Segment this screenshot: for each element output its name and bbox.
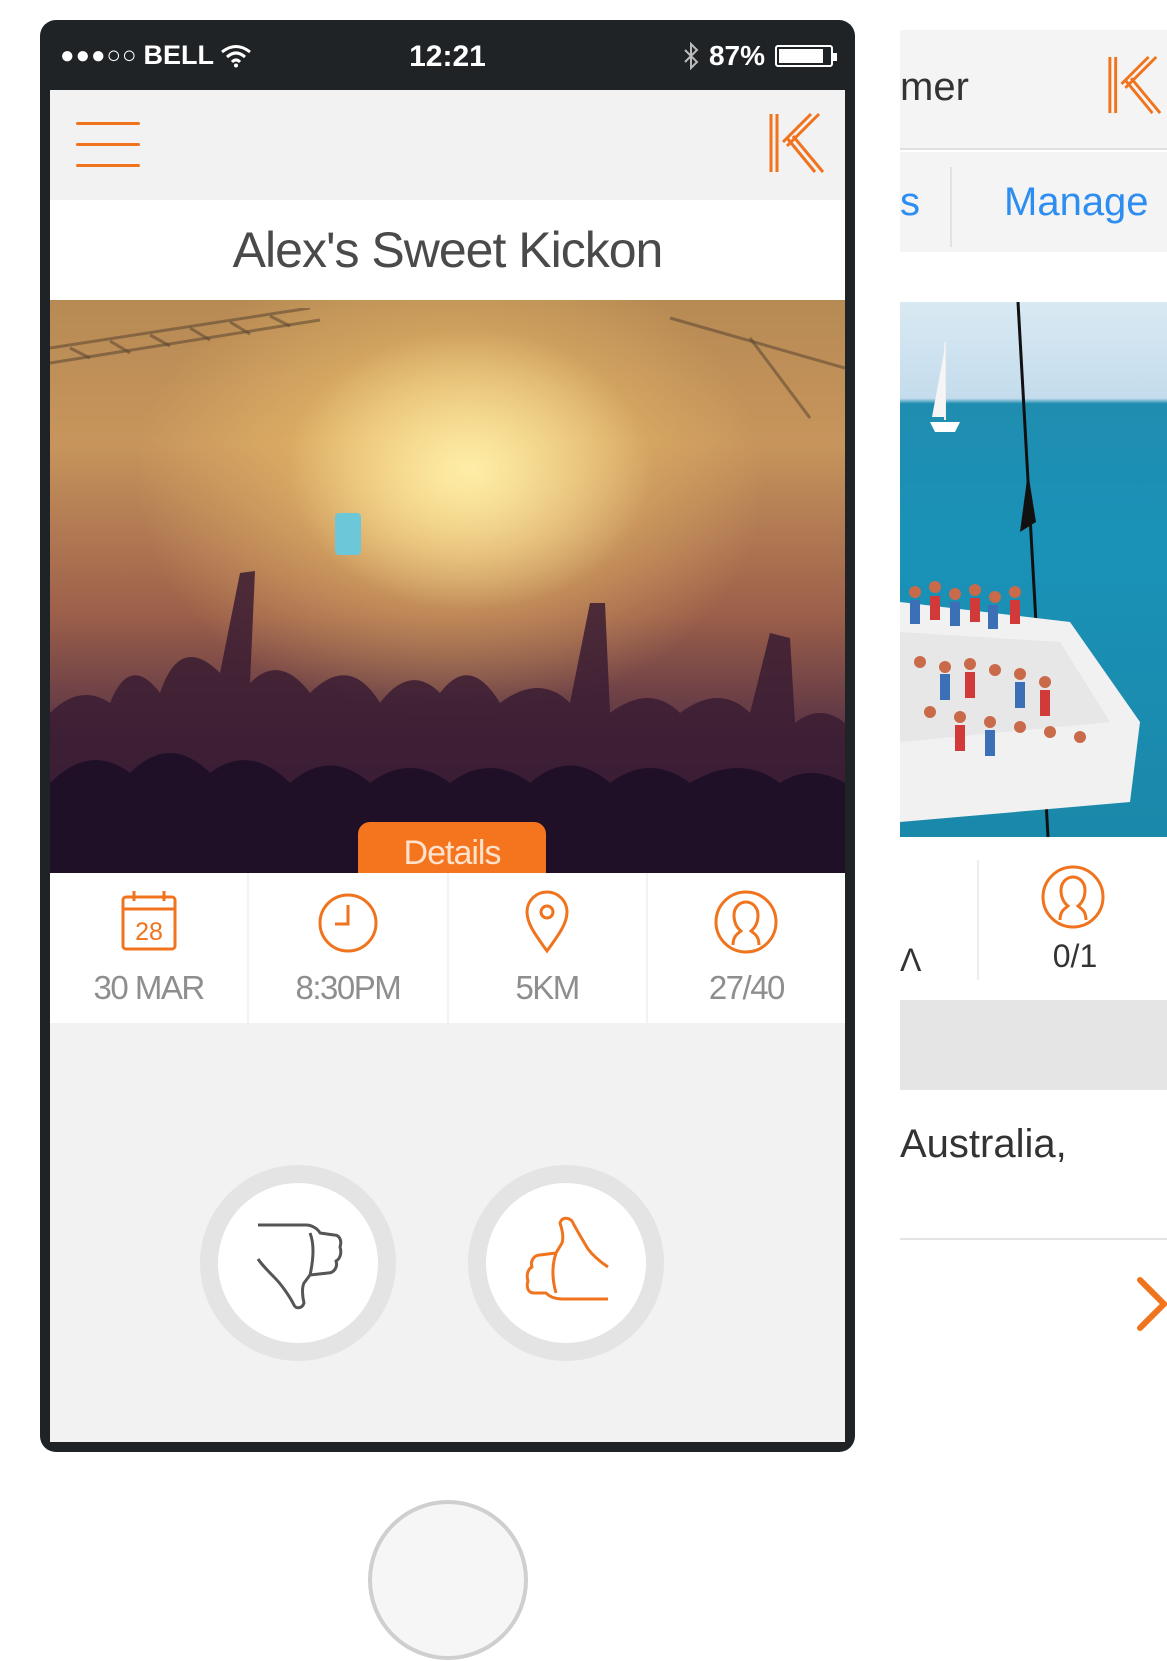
second-nav-title-fragment: mer [900,65,969,109]
tab-divider [950,167,952,247]
phone-frame: ●●●○○ BELL 12:21 87% Alex's Sweet Kickon… [40,20,855,1452]
battery-fill [779,49,823,63]
calendar-icon: 28 [121,891,177,951]
info-date: 28 30 MAR [50,873,250,1023]
address-text: Australia, [900,1122,1067,1166]
spots-label: 0/1 [1052,938,1098,974]
status-bar: ●●●○○ BELL 12:21 87% [40,20,855,90]
second-nav-bar: mer [900,30,1167,150]
thumbs-down-icon [256,1223,343,1310]
info-distance: 5KM [449,873,648,1023]
dislike-button-face [218,1183,378,1343]
address-row[interactable]: Australia, [900,1090,1167,1240]
app-screen: Alex's Sweet Kickon Details 28 30 MAR 8:… [50,90,845,1442]
person-icon [714,890,778,954]
second-tab-bar: s Manage [900,152,1167,252]
attendees-label: 27/40 [708,969,786,1006]
second-screen-preview: mer s Manage Λ 0/1 Australia, [900,30,1167,1661]
event-info-row: 28 30 MAR 8:30PM 5KM 27/40 [50,873,845,1023]
info-time: 8:30PM [249,873,449,1023]
home-button[interactable] [368,1500,528,1660]
menu-button[interactable] [76,118,140,172]
tab-manage[interactable]: Manage [1004,180,1149,225]
menu-line [76,164,140,167]
map-strip[interactable] [900,1000,1167,1090]
calendar-day: 28 [135,918,163,946]
stage-truss-graphic [50,308,845,419]
battery-icon [775,45,837,67]
like-button[interactable] [468,1165,664,1361]
location-pin-icon [525,890,569,954]
status-right: 87% [683,40,837,72]
battery-percent: 87% [708,40,765,71]
chevron-right-icon[interactable] [1136,1276,1167,1332]
crowd-silhouette-graphic [50,513,845,873]
divider [900,1238,1167,1240]
boat-scene-graphic [900,302,1140,837]
kickon-logo-icon [1108,55,1162,114]
clock-icon [318,893,378,953]
second-info-row: Λ 0/1 [900,840,1167,1000]
bluetooth-icon [684,42,699,70]
event-photo[interactable] [50,300,845,873]
like-button-face [486,1183,646,1343]
person-icon [1041,865,1105,929]
info-fragment: Λ [900,942,922,978]
event-title: Alex's Sweet Kickon [50,200,845,300]
dislike-button[interactable] [200,1165,396,1361]
kickon-logo-icon [769,112,825,173]
menu-line [76,122,140,125]
phone-in-crowd [335,513,361,555]
tab-fragment[interactable]: s [900,180,920,225]
thumbs-up-icon [525,1216,609,1301]
menu-line [76,143,140,146]
time-label: 8:30PM [295,969,402,1006]
info-attendees: 27/40 [648,873,845,1023]
distance-label: 5KM [515,969,580,1006]
boat-party-photo[interactable] [900,302,1167,837]
nav-bar [50,90,845,200]
info-divider [977,860,979,980]
date-label: 30 MAR [93,969,206,1006]
